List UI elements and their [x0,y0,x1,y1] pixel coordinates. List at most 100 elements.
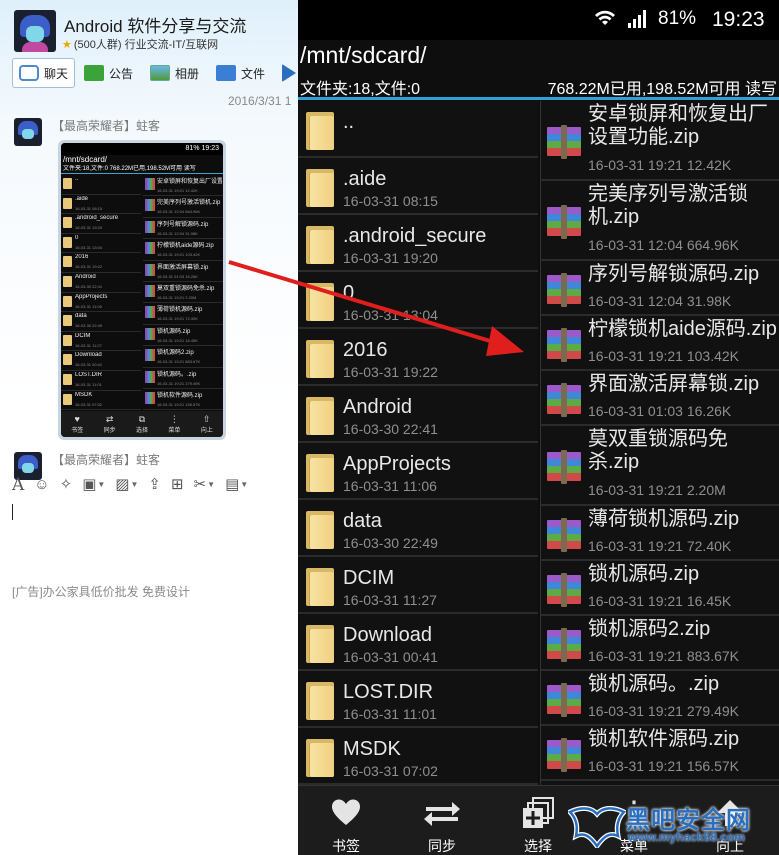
status-bar: 81% 19:23 [298,0,779,40]
thumb-folder-icon [63,178,72,189]
zip-file-row[interactable]: 柠檬锁机aide源码.zip 16-03-31 19:21 103.42K [541,316,779,371]
thumb-zip-info: 16-03-31 19:21 72.40K [157,316,198,322]
thumb-folder-row: DCIM 16-03-31 11:27 [61,332,141,352]
folder-date: 16-03-31 11:01 [343,706,437,722]
thumb-zip-info: 16-03-31 19:21 883.67K [157,359,201,365]
more-tools-icon[interactable]: ▤ ▼ [225,475,248,495]
zip-archive-icon [547,518,581,552]
message-input[interactable] [0,498,299,578]
folder-row[interactable]: Download 16-03-31 00:41 [298,614,538,671]
thumb-sync-button: ⇄ 同步 [93,411,125,437]
folder-date: 16-03-31 00:41 [343,649,438,665]
zip-file-row[interactable]: 界面激活屏幕锁.zip 16-03-31 01:03 16.26K [541,371,779,426]
zip-file-row[interactable]: 完美序列号激活锁机.zip 16-03-31 12:04 664.96K [541,181,779,261]
folder-name: AppProjects [343,453,451,475]
folder-name: .aide [343,168,387,190]
sender-avatar[interactable] [14,118,42,146]
upload-icon[interactable]: ⇪ [148,475,161,495]
folder-row[interactable]: .aide 16-03-31 08:15 [298,158,538,215]
thumb-folder-row: Android 16-03-30 22:41 [61,273,141,293]
folder-name: .. [343,111,355,133]
sync-button[interactable]: 同步 [394,786,490,855]
folder-row[interactable]: .. [298,101,538,158]
bat-logo-icon [568,805,626,848]
image-icon[interactable]: ▨ ▼ [115,475,138,495]
tab-album[interactable]: 相册 [150,58,199,88]
thumb-btn-label: 选择 [136,428,149,434]
thumb-folder-name: .aide [75,195,89,202]
thumb-zip-info: 16-03-31 12:04 664.96K [157,209,201,215]
thumb-folder-icon [63,393,72,405]
thumb-zip-name: 薄荷锁机源码.zip [157,307,203,314]
thumb-zip-icon [145,284,155,297]
folder-icon [306,511,334,549]
zip-file-name: 锁机源码。.zip [588,673,720,695]
zip-file-row[interactable]: 薄荷锁机源码.zip 16-03-31 19:21 72.40K [541,506,779,561]
clock: 19:23 [712,8,765,31]
folder-row[interactable]: 2016 16-03-31 19:22 [298,329,538,386]
thumb-zip-row: 界面激活屏幕锁.zip 16-03-31 01:03 16.26K [143,261,223,282]
scissors-icon[interactable]: ✂ ▼ [194,475,216,495]
thumb-folder-icon [63,236,72,248]
watermark-url: www.myhack58.com [628,830,745,844]
thumb-zip-name: 界面激活屏幕锁.zip [157,264,209,271]
folder-row[interactable]: LOST.DIR 16-03-31 11:01 [298,671,538,728]
zip-file-name: 序列号解锁源码.zip [588,263,760,285]
thumb-zip-row: 序列号解锁源码.zip 16-03-31 12:04 31.98K [143,218,223,240]
folder-row[interactable]: .android_secure 16-03-31 19:20 [298,215,538,272]
thumb-folder-name: DCIM [75,332,91,339]
zip-archive-icon [547,628,581,662]
zip-file-row[interactable]: 安卓锁屏和恢复出厂设置功能.zip 16-03-31 19:21 12.42K [541,101,779,181]
tab-chat[interactable]: 聊天 [12,58,76,88]
thumb-folder-row: Download 16-03-31 00:41 [61,351,141,371]
thumb-up-button: ⇧ 向上 [191,411,223,437]
bookmark-button[interactable]: 书签 [298,786,394,855]
zip-file-name: 柠檬锁机aide源码.zip [588,318,777,340]
tab-file[interactable]: 文件 [216,58,265,88]
zip-file-row[interactable]: 锁机软件源码.zip 16-03-31 19:21 156.57K [541,726,779,781]
gift-icon[interactable]: ⊞ [171,475,184,495]
zip-file-name: 锁机源码2.zip [588,618,711,640]
file-icon [216,65,236,81]
thumb-folder-date: 16-03-31 00:41 [75,362,103,368]
thumb-zip-icon [145,349,155,362]
thumb-bookmark-button: ♥ 书签 [61,411,93,437]
thumb-folder-row: AppProjects 16-03-31 11:06 [61,293,141,313]
thumb-zip-icon [145,391,155,404]
message-date: 2016/3/31 1 [228,94,292,108]
emoji-icon[interactable]: ☺ [34,475,49,495]
zip-file-name: 莫双重锁源码免杀.zip [588,428,728,473]
zip-archive-icon [547,383,581,417]
gift-box-icon[interactable]: ▣ ▼ [82,475,105,495]
folder-row[interactable]: AppProjects 16-03-31 11:06 [298,443,538,500]
folder-date: 16-03-31 19:22 [343,364,438,380]
zip-file-row[interactable]: 锁机源码.zip 16-03-31 19:21 16.45K [541,561,779,616]
zip-file-name: 锁机软件源码.zip [588,728,740,750]
zip-archive-icon [547,125,581,159]
zip-file-row[interactable]: 锁机源码2.zip 16-03-31 19:21 883.67K [541,616,779,671]
android-file-manager: 81% 19:23 /mnt/sdcard/ 文件夹:18,文件:0 768.2… [298,0,779,855]
folder-row[interactable]: 0 16-03-31 13:04 [298,272,538,329]
folder-icon [306,112,334,150]
folder-row[interactable]: Android 16-03-30 22:41 [298,386,538,443]
folder-icon [306,625,334,663]
font-icon[interactable]: A [12,475,24,495]
folder-name: .android_secure [343,225,487,247]
folder-row[interactable]: MSDK 16-03-31 07:02 [298,728,538,785]
screenshot-thumbnail[interactable]: 81% 19:23 /mnt/sdcard/ 文件夹:18,文件:0 768.2… [58,140,226,440]
zip-file-row[interactable]: 锁机源码。.zip 16-03-31 19:21 279.49K [541,671,779,726]
zip-file-row[interactable]: 序列号解锁源码.zip 16-03-31 12:04 31.98K [541,261,779,316]
thumb-folder-date: 16-03-31 19:22 [75,264,103,270]
zip-file-row[interactable]: 莫双重锁源码免杀.zip 16-03-31 19:21 2.20M [541,426,779,506]
folder-row[interactable]: DCIM 16-03-31 11:27 [298,557,538,614]
magic-wand-icon[interactable]: ✧ [60,475,73,495]
thumb-folder-row: MSDK 16-03-31 07:02 [61,391,141,411]
thumb-zip-info: 16-03-31 01:03 16.26K [157,273,198,279]
group-avatar[interactable] [14,10,56,52]
tab-notice[interactable]: 公告 [84,58,133,88]
thumb-btn-label: 菜单 [168,428,181,434]
ad-text[interactable]: [广告]办公家具低价批发 免费设计 [12,583,190,600]
thumb-folder-icon [63,315,72,327]
folder-row[interactable]: data 16-03-30 22:49 [298,500,538,557]
thumb-zip-name: 锁机源码2.zip [157,350,194,357]
